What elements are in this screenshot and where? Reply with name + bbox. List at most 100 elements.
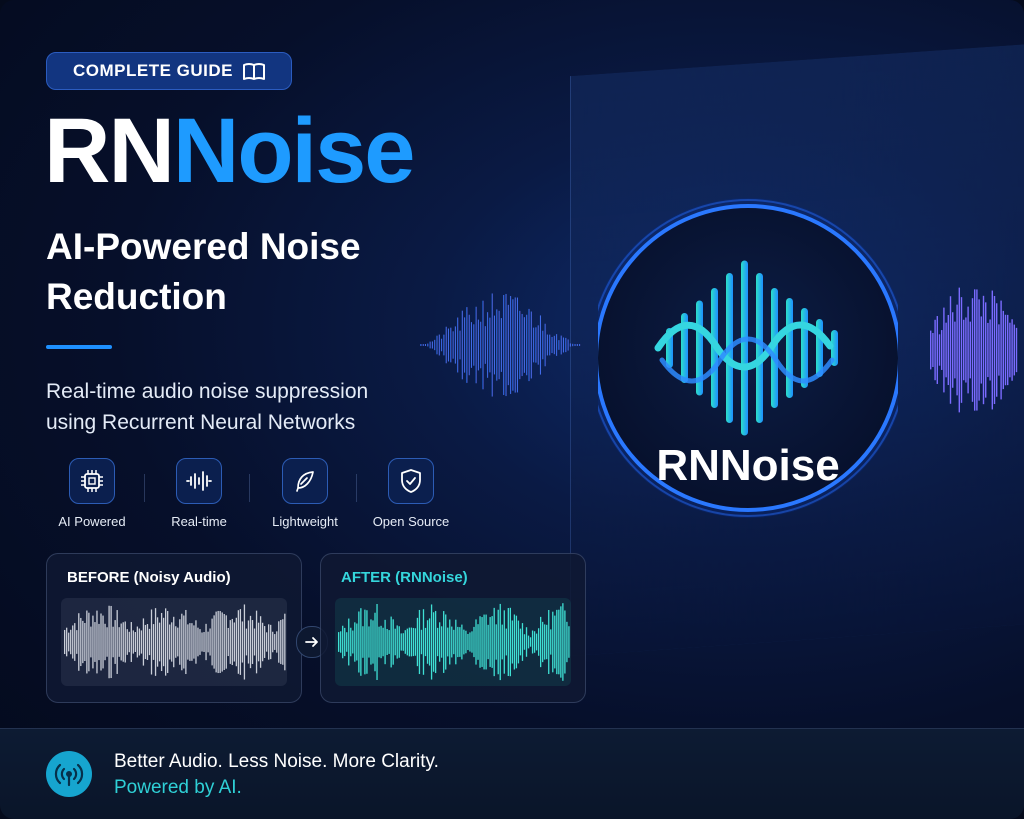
waveform-bar: [932, 333, 934, 367]
waveform-bar: [1002, 310, 1004, 390]
waveform-bar: [525, 314, 528, 376]
waveform-bar: [952, 312, 954, 388]
waveform-bar: [465, 630, 467, 654]
waveform-bar: [169, 624, 171, 660]
waveform-bar: [372, 620, 374, 664]
waveform-bar: [70, 629, 72, 655]
waveform-bar: [195, 620, 197, 664]
waveform-bar: [519, 628, 522, 656]
waveform-bar: [142, 618, 145, 666]
subtitle-line-1: AI-Powered Noise: [46, 226, 361, 267]
waveform-bar: [428, 618, 431, 666]
waveform-bar: [544, 323, 546, 367]
waveform-bar: [183, 615, 185, 669]
waveform-bar: [235, 617, 237, 667]
waveform-bar: [376, 603, 378, 681]
waveform-bar: [140, 630, 143, 654]
waveform-bar: [477, 624, 479, 660]
waveform-bar: [507, 304, 509, 386]
waveform-bar: [982, 295, 985, 405]
waveform-bar: [179, 619, 181, 665]
waveform-bar: [489, 617, 491, 667]
waveform-bar: [555, 334, 558, 356]
waveform-bar: [463, 317, 466, 373]
waveform-bar: [282, 619, 284, 665]
waveform-bar: [233, 622, 235, 662]
waveform-bar: [134, 632, 136, 652]
waveform-bar: [108, 605, 110, 679]
waveform-bar: [64, 629, 66, 655]
waveform-bar: [535, 327, 537, 363]
waveform-bar: [469, 632, 471, 652]
waveform-bar: [463, 629, 465, 655]
waveform-bar: [185, 609, 187, 675]
feature-label: Open Source: [372, 514, 450, 529]
waveform-bar: [441, 626, 443, 658]
waveform-bar: [270, 624, 272, 660]
waveform-bar: [175, 626, 177, 658]
waveform-bar: [487, 624, 489, 660]
waveform-bar: [197, 627, 199, 657]
waveform-bar: [431, 341, 433, 349]
waveform-bar: [453, 629, 455, 655]
waveform-bar: [1011, 319, 1013, 381]
waveform-bar: [451, 626, 453, 658]
waveform-bar: [144, 624, 147, 660]
waveform-bar: [418, 609, 421, 675]
waveform-bar: [348, 618, 350, 666]
waveform-bar: [280, 619, 282, 665]
waveform-bar: [544, 624, 546, 660]
feature-lightweight: Lightweight: [253, 458, 357, 529]
waveform-bar: [930, 330, 932, 370]
waveform-bar: [958, 287, 960, 413]
waveform-bar: [225, 615, 227, 669]
waveform-bar: [443, 611, 445, 673]
waveform-bar: [201, 632, 203, 652]
footer-bar: Better Audio. Less Noise. More Clarity. …: [0, 728, 1024, 819]
waveform-bar: [173, 616, 175, 668]
waveform-bar: [193, 625, 195, 659]
waveform-bar: [433, 339, 436, 351]
waveform-bar: [86, 610, 88, 674]
waveform-bar: [533, 631, 536, 653]
waveform-bar: [150, 609, 153, 675]
waveform-bar: [989, 319, 991, 381]
waveform-bar: [416, 617, 419, 667]
waveform-bar: [532, 327, 535, 363]
waveform-bar: [402, 633, 404, 651]
waveform-bar: [268, 624, 270, 660]
waveform-bar: [426, 343, 429, 347]
waveform-bar: [529, 637, 532, 647]
waveform-bar: [941, 330, 943, 370]
waveform-bar: [422, 609, 425, 675]
waveform-bar: [259, 616, 262, 668]
waveform-bar: [160, 612, 163, 672]
waveform-bar: [392, 619, 394, 665]
waveform-bar: [253, 628, 256, 656]
waveform-bar: [412, 627, 415, 657]
waveform-bar: [960, 297, 963, 403]
feature-open-source: Open Source: [359, 458, 463, 529]
subtitle: AI-Powered Noise Reduction: [46, 222, 506, 322]
waveform-bar: [352, 630, 354, 654]
waveform-bar: [552, 611, 554, 673]
waveform-bar: [66, 627, 68, 657]
waveform-bar: [499, 603, 501, 681]
waveform-bar: [934, 319, 936, 381]
after-card: AFTER (RNNoise): [320, 553, 586, 703]
waveform-bar: [388, 630, 390, 654]
after-label: AFTER (RNNoise): [341, 569, 468, 586]
waveform-bar: [92, 615, 94, 669]
waveform-bar: [1000, 300, 1002, 400]
waveform-bar: [473, 626, 475, 658]
waveform-bar: [80, 617, 82, 667]
waveform-bar: [394, 628, 396, 656]
waveform-bar: [356, 623, 358, 661]
waveform-bar: [116, 610, 118, 674]
waveform-bar: [344, 627, 346, 657]
waveform-bar: [386, 628, 388, 656]
waveform-bar: [429, 341, 431, 349]
waveform-bar: [971, 298, 974, 402]
waveform-bar: [472, 324, 475, 366]
waveform-bar: [146, 624, 149, 660]
